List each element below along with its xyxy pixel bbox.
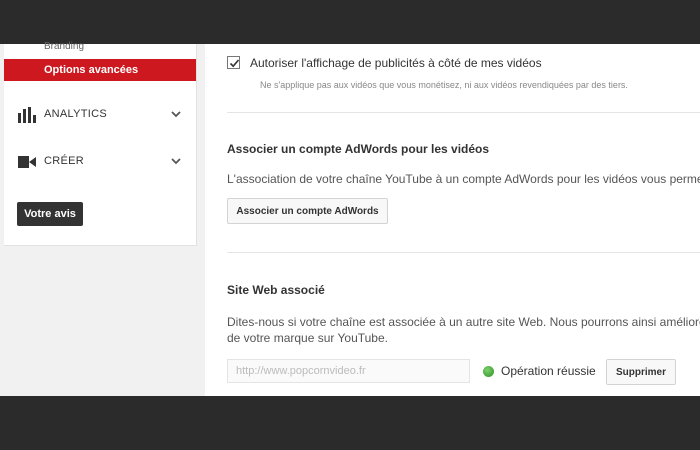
ads-checkbox[interactable] bbox=[227, 56, 240, 69]
adwords-description: L'association de votre chaîne YouTube à … bbox=[227, 172, 700, 186]
chevron-down-icon[interactable] bbox=[170, 107, 182, 119]
ads-note: Ne s'applique pas aux vidéos que vous mo… bbox=[260, 80, 628, 90]
chevron-down-icon[interactable] bbox=[170, 154, 182, 166]
video-camera-icon bbox=[18, 154, 36, 170]
link-adwords-button[interactable]: Associer un compte AdWords bbox=[227, 198, 388, 224]
bottom-dark-bar bbox=[0, 396, 700, 450]
sidebar-item-analytics[interactable]: ANALYTICS bbox=[4, 100, 196, 130]
sidebar-item-branding[interactable]: Branding bbox=[44, 41, 84, 52]
feedback-button[interactable]: Votre avis bbox=[17, 202, 83, 226]
sidebar-item-create[interactable]: CRÉER bbox=[4, 147, 196, 177]
sidebar-item-label: CRÉER bbox=[44, 155, 85, 167]
delete-button[interactable]: Supprimer bbox=[606, 359, 676, 385]
website-url-input[interactable] bbox=[227, 359, 470, 383]
success-status-icon bbox=[483, 366, 494, 377]
divider bbox=[227, 112, 700, 113]
sidebar-item-advanced-options[interactable]: Options avancées bbox=[4, 59, 196, 81]
website-description-line1: Dites-nous si votre chaîne est associée … bbox=[227, 315, 700, 329]
main-content: Autoriser l'affichage de publicités à cô… bbox=[205, 44, 700, 396]
top-dark-bar bbox=[0, 0, 700, 44]
divider bbox=[227, 252, 700, 253]
status-text: Opération réussie bbox=[501, 364, 596, 378]
website-description-line2: de votre marque sur YouTube. bbox=[227, 331, 388, 345]
bar-chart-icon bbox=[18, 107, 36, 123]
sidebar-item-label: ANALYTICS bbox=[44, 108, 108, 120]
checkmark-icon bbox=[229, 59, 240, 68]
ads-checkbox-label: Autoriser l'affichage de publicités à cô… bbox=[250, 56, 542, 70]
adwords-section-title: Associer un compte AdWords pour les vidé… bbox=[227, 142, 490, 156]
sidebar: Branding Options avancées ANALYTICS CRÉE… bbox=[4, 41, 197, 246]
website-section-title: Site Web associé bbox=[227, 283, 325, 297]
